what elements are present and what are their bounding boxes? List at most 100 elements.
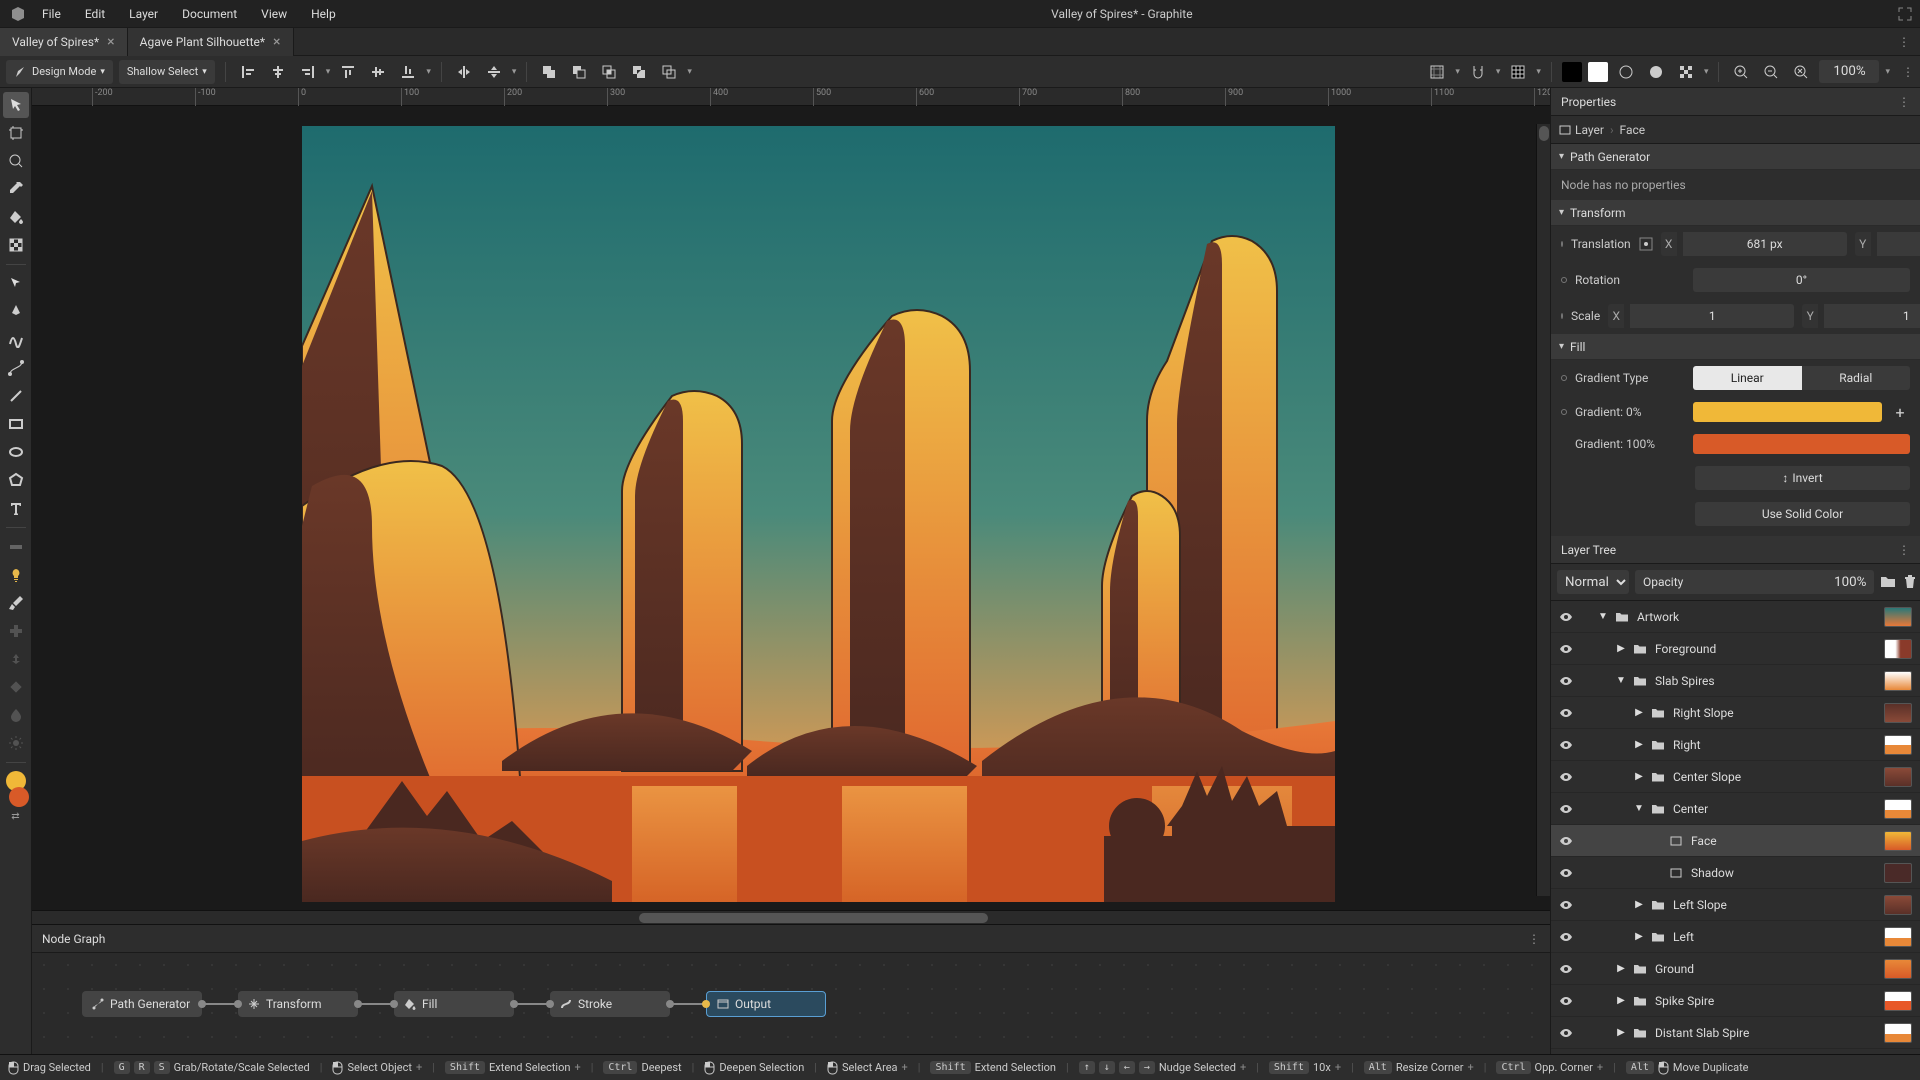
opacity-input[interactable] <box>1689 575 1866 590</box>
node-path-generator[interactable]: Path Generator <box>82 991 202 1017</box>
layer-row-center-slope[interactable]: ▶Center Slope <box>1551 761 1920 793</box>
expand-icon[interactable]: ▼ <box>1633 803 1645 814</box>
align-center-v-icon[interactable] <box>366 60 390 84</box>
visibility-icon[interactable] <box>1559 706 1575 720</box>
visibility-icon[interactable] <box>1559 962 1575 976</box>
scale-x-input[interactable] <box>1630 304 1794 328</box>
navigate-tool-icon[interactable] <box>3 148 29 174</box>
ruler-horizontal[interactable]: -200-10001002003004005006007008009001000… <box>32 88 1550 106</box>
pen-tool-icon[interactable] <box>3 299 29 325</box>
node-graph-body[interactable]: Path Generator Transform Fill Stroke Out… <box>32 953 1550 1054</box>
node-transform[interactable]: Transform <box>238 991 358 1017</box>
zoom-in-icon[interactable] <box>1729 60 1753 84</box>
align-right-icon[interactable] <box>296 60 320 84</box>
ellipse-tool-icon[interactable] <box>3 439 29 465</box>
opacity-field[interactable]: Opacity <box>1635 570 1874 594</box>
align-v-more-icon[interactable]: ▾ <box>426 67 431 77</box>
rotation-link-icon[interactable] <box>1561 277 1567 283</box>
view-mode-more-icon[interactable]: ▾ <box>1704 67 1709 77</box>
layer-row-spike-spire[interactable]: ▶Spike Spire <box>1551 985 1920 1017</box>
lightbulb-tool-icon[interactable] <box>3 562 29 588</box>
node-stroke[interactable]: Stroke <box>550 991 670 1017</box>
gradient-tool-icon[interactable] <box>3 232 29 258</box>
scale-y-input[interactable] <box>1824 304 1920 328</box>
expand-icon[interactable]: ▶ <box>1633 899 1645 910</box>
boolean-subtract-icon[interactable] <box>567 60 591 84</box>
translation-x-input[interactable] <box>1683 232 1847 256</box>
blend-mode-select[interactable]: Normal <box>1557 570 1629 594</box>
expand-icon[interactable]: ▼ <box>1615 675 1627 686</box>
clone-tool-icon[interactable] <box>3 646 29 672</box>
layer-row-face[interactable]: Face <box>1551 825 1920 857</box>
layer-row-distant-slab-spire[interactable]: ▶Distant Slab Spire <box>1551 1017 1920 1049</box>
visibility-icon[interactable] <box>1559 674 1575 688</box>
layer-row-artwork[interactable]: ▼Artwork <box>1551 601 1920 633</box>
grad-stop0-link-icon[interactable] <box>1561 409 1567 415</box>
expand-icon[interactable]: ▶ <box>1615 995 1627 1006</box>
translation-y-input[interactable] <box>1877 232 1920 256</box>
expand-icon[interactable]: ▶ <box>1633 931 1645 942</box>
translation-link-icon[interactable] <box>1561 241 1563 247</box>
layer-row-right-slope[interactable]: ▶Right Slope <box>1551 697 1920 729</box>
grad-stop0-swatch[interactable] <box>1693 402 1882 422</box>
snapping-icon[interactable] <box>1466 60 1490 84</box>
paint-brush-tool-icon[interactable] <box>3 590 29 616</box>
section-transform[interactable]: ▾Transform <box>1551 200 1920 226</box>
node-output[interactable]: Output <box>706 991 826 1017</box>
node-graph-menu-icon[interactable]: ⋮ <box>1528 932 1540 946</box>
zoom-input[interactable] <box>1819 60 1879 83</box>
snapping-more-icon[interactable]: ▾ <box>1496 67 1501 77</box>
expand-icon[interactable]: ▶ <box>1615 963 1627 974</box>
close-icon[interactable]: × <box>107 34 114 50</box>
app-logo-icon[interactable] <box>8 4 28 24</box>
secondary-color-swatch[interactable] <box>9 787 29 807</box>
boolean-divide-icon[interactable] <box>657 60 681 84</box>
swap-colors-icon[interactable]: ⇄ <box>11 811 19 822</box>
boolean-union-icon[interactable] <box>537 60 561 84</box>
align-bottom-icon[interactable] <box>396 60 420 84</box>
view-mode-pixels-icon[interactable] <box>1674 60 1698 84</box>
text-tool-icon[interactable] <box>3 495 29 521</box>
expand-icon[interactable]: ▶ <box>1633 739 1645 750</box>
scale-link-icon[interactable] <box>1561 313 1563 319</box>
tabs-menu-icon[interactable]: ⋮ <box>1888 35 1920 49</box>
grid-more-icon[interactable]: ▾ <box>1536 67 1541 77</box>
brush-tool-icon[interactable] <box>3 534 29 560</box>
visibility-icon[interactable] <box>1559 866 1575 880</box>
new-folder-icon[interactable] <box>1880 570 1896 594</box>
visibility-icon[interactable] <box>1559 610 1575 624</box>
polygon-tool-icon[interactable] <box>3 467 29 493</box>
fill-tool-icon[interactable] <box>3 204 29 230</box>
rectangle-tool-icon[interactable] <box>3 411 29 437</box>
close-icon[interactable]: × <box>273 34 280 50</box>
visibility-icon[interactable] <box>1559 898 1575 912</box>
section-fill[interactable]: ▾Fill <box>1551 334 1920 360</box>
visibility-icon[interactable] <box>1559 994 1575 1008</box>
overlays-more-icon[interactable]: ▾ <box>1455 67 1460 77</box>
expand-icon[interactable]: ▶ <box>1633 707 1645 718</box>
menu-document[interactable]: Document <box>172 3 247 25</box>
node-fill[interactable]: Fill <box>394 991 514 1017</box>
delete-layer-icon[interactable] <box>1902 570 1918 594</box>
expand-icon[interactable]: ▶ <box>1615 1027 1627 1038</box>
design-mode-dropdown[interactable]: Design Mode ▾ <box>6 60 113 84</box>
layer-row-slab-spires[interactable]: ▼Slab Spires <box>1551 665 1920 697</box>
grid-icon[interactable] <box>1506 60 1530 84</box>
breadcrumb-layer[interactable]: Layer <box>1559 123 1604 137</box>
expand-icon[interactable]: ▼ <box>1597 611 1609 622</box>
select-tool-icon[interactable] <box>3 92 29 118</box>
menu-file[interactable]: File <box>32 3 71 25</box>
flip-v-icon[interactable] <box>482 60 506 84</box>
heal-tool-icon[interactable] <box>3 618 29 644</box>
layer-row-left[interactable]: ▶Left <box>1551 921 1920 953</box>
scrollbar-horizontal[interactable] <box>32 910 1550 924</box>
visibility-icon[interactable] <box>1559 834 1575 848</box>
invert-button[interactable]: ↕Invert <box>1695 466 1910 490</box>
expand-icon[interactable]: ▶ <box>1615 643 1627 654</box>
breadcrumb-face[interactable]: Face <box>1620 123 1646 137</box>
canvas-viewport[interactable] <box>32 106 1550 910</box>
patch-tool-icon[interactable] <box>3 674 29 700</box>
view-mode-outline-icon[interactable] <box>1644 60 1668 84</box>
layer-row-left-slope[interactable]: ▶Left Slope <box>1551 889 1920 921</box>
eyedropper-tool-icon[interactable] <box>3 176 29 202</box>
